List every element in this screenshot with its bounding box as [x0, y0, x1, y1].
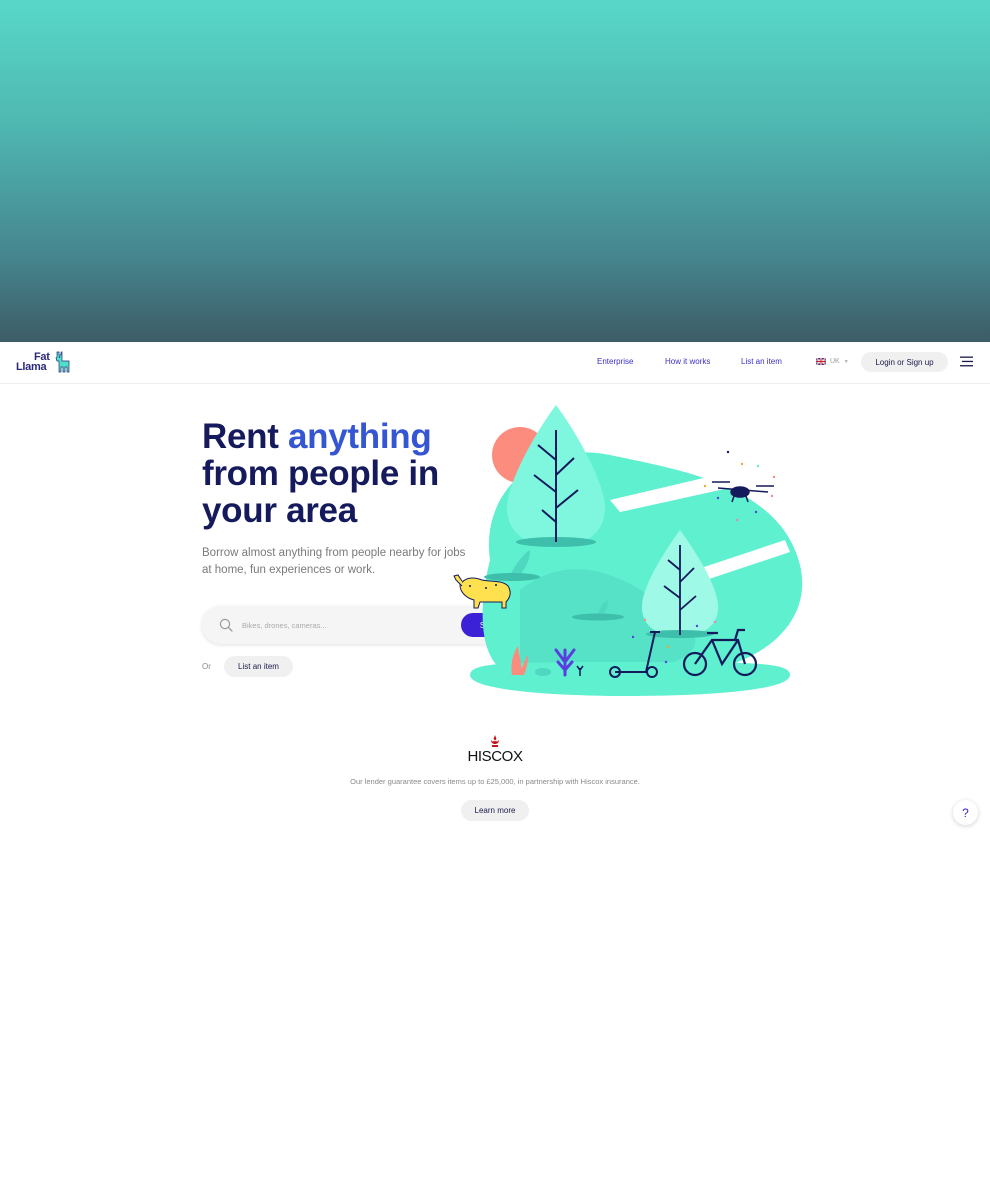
hiscox-crest-icon [491, 735, 499, 747]
navbar: Fat Llama Enterprise How it works List a… [0, 342, 990, 384]
logo-text-llama: Llama [16, 361, 47, 373]
hiscox-wordmark: HISCOX [467, 748, 523, 765]
or-label: Or [202, 662, 211, 671]
nav-link-enterprise[interactable]: Enterprise [597, 357, 633, 366]
learn-more-button[interactable]: Learn more [461, 800, 529, 821]
hero-subtitle: Borrow almost anything from people nearb… [202, 547, 466, 576]
hero-title-rest: from people in your area [202, 454, 439, 530]
help-button[interactable]: ? [953, 800, 978, 825]
search-input[interactable] [242, 616, 452, 634]
nav-link-list-an-item[interactable]: List an item [741, 357, 782, 366]
fat-llama-logo[interactable]: Fat Llama [16, 351, 72, 375]
uk-flag-icon [816, 358, 826, 365]
hero-illustration [453, 405, 803, 696]
chevron-down-icon: ▼ [843, 358, 849, 365]
hamburger-menu-icon[interactable] [960, 356, 973, 367]
locale-selector[interactable]: UK ▼ [816, 356, 849, 367]
list-an-item-button[interactable]: List an item [224, 656, 293, 677]
lender-guarantee-text: Our lender guarantee covers items up to … [350, 777, 640, 786]
nav-link-how-it-works[interactable]: How it works [665, 357, 710, 366]
hiscox-logo: HISCOX [465, 735, 525, 765]
locale-label: UK [830, 358, 840, 365]
hero-title-word: Rent [202, 417, 279, 456]
login-signup-button[interactable]: Login or Sign up [861, 352, 948, 372]
llama-icon [55, 351, 70, 373]
top-gradient-band [0, 0, 990, 342]
search-icon [219, 618, 233, 632]
hero-title-accent: anything [288, 417, 432, 456]
hero-title: Rent anything from people in your area [202, 418, 492, 529]
